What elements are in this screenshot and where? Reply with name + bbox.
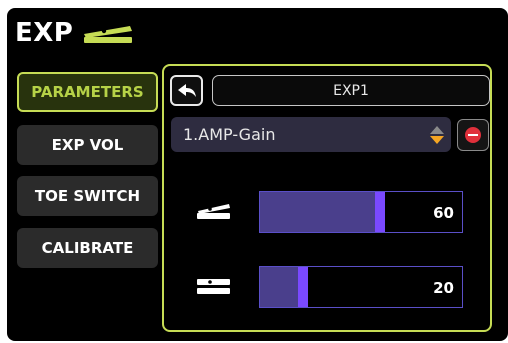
expression-pedal-icon	[84, 26, 132, 43]
slider-fill	[260, 267, 298, 307]
slider-handle[interactable]	[375, 192, 385, 232]
slider-value: 60	[433, 204, 454, 222]
back-button[interactable]	[170, 75, 203, 106]
menu-parameters-button[interactable]: PARAMETERS	[17, 72, 158, 112]
remove-parameter-button[interactable]	[457, 119, 489, 151]
back-arrow-icon	[177, 83, 196, 97]
pedal-heel-down-icon	[197, 279, 230, 294]
pedal-toe-down-icon	[197, 204, 230, 219]
minus-icon	[465, 127, 481, 143]
up-down-spinner-icon[interactable]	[429, 125, 445, 145]
exp-name-field[interactable]: EXP1	[212, 75, 490, 106]
page-title: EXP	[15, 18, 74, 48]
parameter-select[interactable]: 1.AMP-Gain	[171, 117, 451, 152]
slider-handle[interactable]	[298, 267, 308, 307]
slider-fill	[260, 192, 375, 232]
heel-down-slider[interactable]: 20	[259, 266, 463, 308]
menu-toe-switch-button[interactable]: TOE SWITCH	[17, 176, 158, 216]
slider-value: 20	[433, 279, 454, 297]
menu-exp-vol-button[interactable]: EXP VOL	[17, 125, 158, 165]
parameter-value: 1.AMP-Gain	[183, 125, 276, 144]
toe-down-slider[interactable]: 60	[259, 191, 463, 233]
menu-calibrate-button[interactable]: CALIBRATE	[17, 228, 158, 268]
